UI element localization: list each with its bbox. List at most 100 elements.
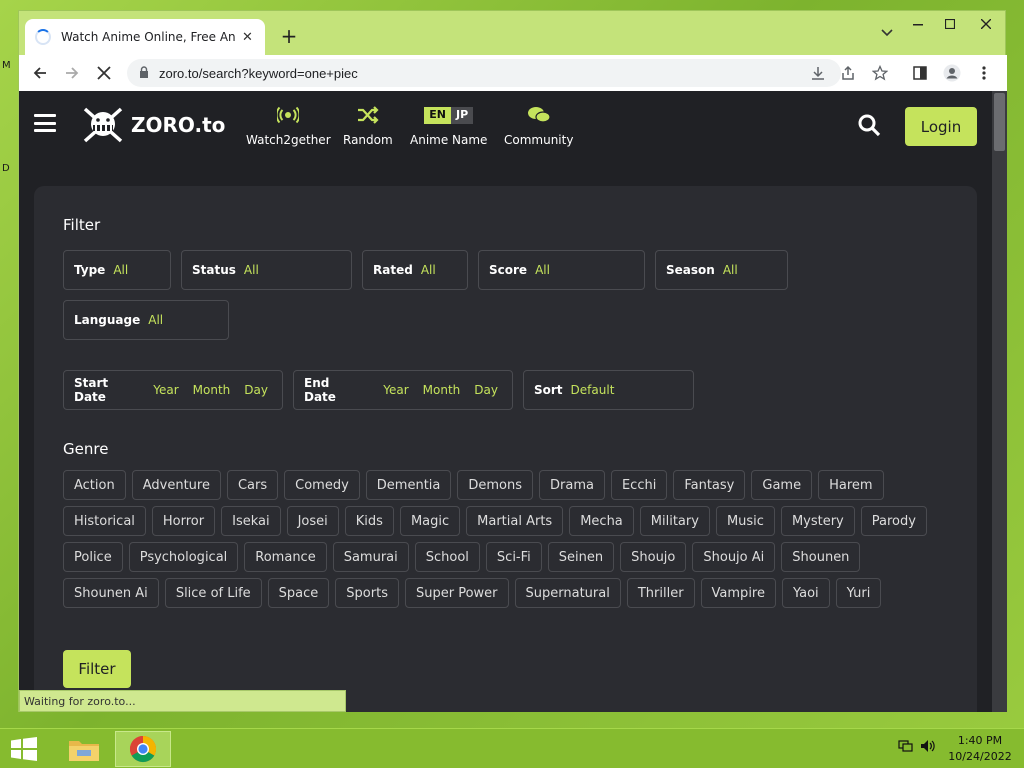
genre-chip[interactable]: Vampire [700, 578, 776, 608]
lang-jp-option[interactable]: JP [451, 106, 474, 124]
chat-icon [527, 103, 551, 127]
more-menu-icon[interactable] [971, 60, 997, 86]
genre-chip[interactable]: Psychological [128, 542, 239, 572]
desktop-letter: M [2, 60, 11, 71]
tab-close-icon[interactable]: ✕ [242, 30, 253, 45]
genre-chip[interactable]: Ecchi [610, 470, 668, 500]
lang-en-option[interactable]: EN [424, 106, 451, 124]
profile-avatar-icon[interactable] [939, 60, 965, 86]
genre-chip[interactable]: Supernatural [514, 578, 621, 608]
new-tab-button[interactable]: + [277, 24, 301, 48]
genre-chip[interactable]: Action [63, 470, 126, 500]
filter-button[interactable]: Filter [63, 650, 131, 688]
genre-chip[interactable]: Shounen Ai [63, 578, 159, 608]
taskbar: 1:40 PM 10/24/2022 [0, 728, 1024, 768]
lock-icon [139, 65, 149, 81]
filter-label: Sort [534, 383, 563, 397]
site-logo[interactable]: ZORO.to [81, 105, 225, 145]
sort-filter[interactable]: Sort Default [523, 370, 694, 410]
season-filter[interactable]: Season All [655, 250, 788, 290]
nav-watch2gether[interactable]: Watch2gether [246, 103, 331, 147]
nav-label: Watch2gether [246, 133, 331, 147]
genre-chip[interactable]: Cars [226, 470, 279, 500]
windows-start-icon[interactable] [10, 737, 38, 761]
download-icon[interactable] [805, 60, 831, 86]
logo-text: ZORO.to [131, 113, 226, 137]
genre-chip[interactable]: Harem [818, 470, 884, 500]
volume-icon[interactable] [920, 739, 936, 757]
chevron-down-icon[interactable] [881, 26, 893, 40]
stop-button[interactable] [91, 60, 117, 86]
scrollbar[interactable] [992, 91, 1007, 712]
end-date-filter[interactable]: End Date Year Month Day [293, 370, 513, 410]
genre-chip[interactable]: Mystery [780, 506, 855, 536]
genre-chip[interactable]: Shoujo [620, 542, 687, 572]
genre-chip[interactable]: Super Power [404, 578, 509, 608]
status-filter[interactable]: Status All [181, 250, 352, 290]
genre-chip[interactable]: Kids [344, 506, 394, 536]
chrome-taskbar-icon[interactable] [115, 731, 171, 767]
year-select[interactable]: Year [383, 383, 408, 397]
genre-chip[interactable]: Music [715, 506, 775, 536]
genre-chip[interactable]: Martial Arts [466, 506, 564, 536]
genre-chip[interactable]: Horror [151, 506, 216, 536]
hamburger-menu-icon[interactable] [34, 114, 56, 132]
genre-chip[interactable]: Shoujo Ai [692, 542, 776, 572]
language-filter[interactable]: Language All [63, 300, 229, 340]
search-icon[interactable] [857, 113, 883, 139]
genre-chip[interactable]: Parody [860, 506, 927, 536]
genre-chip[interactable]: Mecha [569, 506, 634, 536]
genre-chip[interactable]: Seinen [547, 542, 615, 572]
login-button[interactable]: Login [905, 107, 977, 146]
genre-chip[interactable]: Fantasy [673, 470, 746, 500]
genre-chip[interactable]: Historical [63, 506, 146, 536]
genre-chip[interactable]: Shounen [781, 542, 861, 572]
filter-label: Language [74, 313, 141, 327]
genre-chip[interactable]: Adventure [131, 470, 221, 500]
file-explorer-icon[interactable] [56, 731, 112, 767]
genre-chip[interactable]: Samurai [332, 542, 409, 572]
system-clock[interactable]: 1:40 PM 10/24/2022 [940, 733, 1020, 765]
month-select[interactable]: Month [423, 383, 461, 397]
genre-chip[interactable]: Demons [457, 470, 534, 500]
genre-chip[interactable]: Game [751, 470, 813, 500]
share-icon[interactable] [835, 60, 861, 86]
side-panel-icon[interactable] [907, 60, 933, 86]
browser-tab[interactable]: Watch Anime Online, Free Anime ✕ [25, 19, 265, 55]
genre-chip[interactable]: Thriller [626, 578, 695, 608]
address-bar[interactable]: zoro.to/search?keyword=one+piec [127, 59, 841, 87]
nav-community[interactable]: Community [504, 103, 573, 147]
nav-random[interactable]: Random [343, 103, 393, 147]
scrollbar-thumb[interactable] [994, 93, 1005, 151]
genre-chip[interactable]: Sci-Fi [485, 542, 542, 572]
genre-chip[interactable]: Military [639, 506, 710, 536]
genre-chip[interactable]: Romance [244, 542, 327, 572]
nav-anime-name[interactable]: EN JP Anime Name [410, 103, 487, 147]
start-date-filter[interactable]: Start Date Year Month Day [63, 370, 283, 410]
day-select[interactable]: Day [474, 383, 498, 397]
genre-chip[interactable]: Yaoi [781, 578, 830, 608]
forward-button[interactable] [59, 60, 85, 86]
genre-chip[interactable]: School [414, 542, 480, 572]
score-filter[interactable]: Score All [478, 250, 645, 290]
day-select[interactable]: Day [244, 383, 268, 397]
month-select[interactable]: Month [193, 383, 231, 397]
genre-chip[interactable]: Isekai [221, 506, 281, 536]
genre-chip[interactable]: Magic [399, 506, 461, 536]
rated-filter[interactable]: Rated All [362, 250, 468, 290]
genre-chip[interactable]: Yuri [835, 578, 882, 608]
genre-chip[interactable]: Dementia [365, 470, 452, 500]
genre-chip[interactable]: Slice of Life [164, 578, 262, 608]
language-toggle[interactable]: EN JP [424, 103, 474, 127]
network-icon[interactable] [898, 739, 914, 757]
back-button[interactable] [27, 60, 53, 86]
genre-chip[interactable]: Space [267, 578, 330, 608]
type-filter[interactable]: Type All [63, 250, 171, 290]
genre-chip[interactable]: Police [63, 542, 123, 572]
genre-chip[interactable]: Sports [335, 578, 399, 608]
genre-chip[interactable]: Comedy [284, 470, 360, 500]
genre-chip[interactable]: Drama [539, 470, 605, 500]
year-select[interactable]: Year [153, 383, 178, 397]
genre-chip[interactable]: Josei [286, 506, 339, 536]
bookmark-star-icon[interactable] [867, 60, 893, 86]
